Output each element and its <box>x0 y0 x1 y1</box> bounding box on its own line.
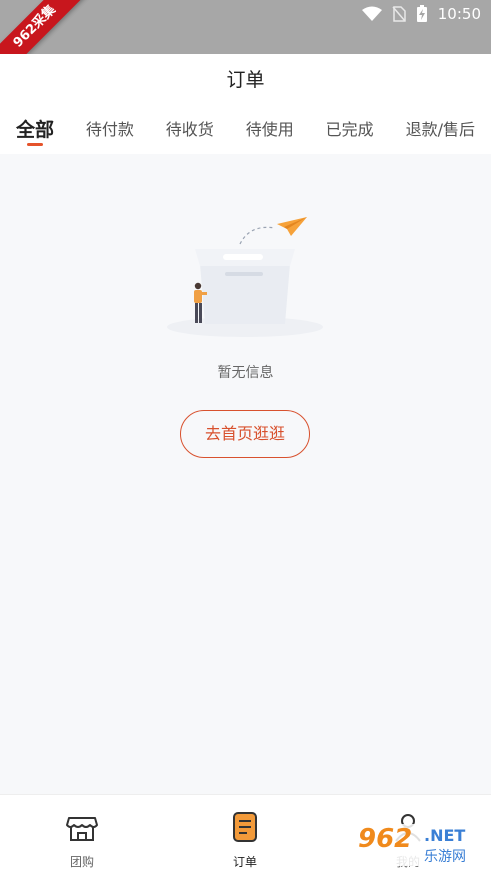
site-watermark: 962 .NET 乐游网 <box>352 824 486 866</box>
order-tabs: 全部 待付款 待收货 待使用 已完成 退款/售后 <box>0 106 491 154</box>
empty-state-message: 暂无信息 <box>217 365 274 381</box>
tab-label: 待收货 <box>165 120 214 139</box>
tab-pending-payment[interactable]: 待付款 <box>82 106 138 154</box>
nav-label: 团购 <box>69 855 94 869</box>
battery-charging-icon <box>416 5 427 22</box>
tab-pending-use[interactable]: 待使用 <box>242 106 298 154</box>
go-home-button[interactable]: 去首页逛逛 <box>180 410 310 458</box>
status-time: 10:50 <box>437 5 481 23</box>
tab-label: 全部 <box>15 119 54 141</box>
shop-icon <box>66 817 98 841</box>
tab-label: 待使用 <box>245 120 294 139</box>
watermark-logo: 962 <box>358 824 413 854</box>
empty-box-illustration <box>167 217 323 337</box>
status-icons: 10:50 <box>361 4 481 24</box>
wifi-icon <box>361 6 382 21</box>
tab-all[interactable]: 全部 <box>12 106 58 154</box>
watermark-site-name: 乐游网 <box>424 849 466 865</box>
page-title: 订单 <box>0 54 491 107</box>
no-sim-icon <box>392 6 406 22</box>
nav-item-orders[interactable]: 订单 <box>195 795 295 873</box>
nav-label: 订单 <box>232 855 257 869</box>
order-list-area: 暂无信息 去首页逛逛 <box>0 154 491 794</box>
tab-pending-receipt[interactable]: 待收货 <box>162 106 218 154</box>
tab-completed[interactable]: 已完成 <box>322 106 378 154</box>
tab-refund-aftersale[interactable]: 退款/售后 <box>402 106 479 154</box>
watermark-net: .NET <box>424 826 466 845</box>
tab-label: 已完成 <box>325 120 374 139</box>
nav-item-group-buy[interactable]: 团购 <box>32 795 132 873</box>
status-bar: 10:50 <box>0 0 491 54</box>
active-tab-indicator <box>26 143 43 146</box>
tab-label: 退款/售后 <box>405 120 475 139</box>
order-icon <box>233 812 257 842</box>
tab-label: 待付款 <box>85 120 134 139</box>
